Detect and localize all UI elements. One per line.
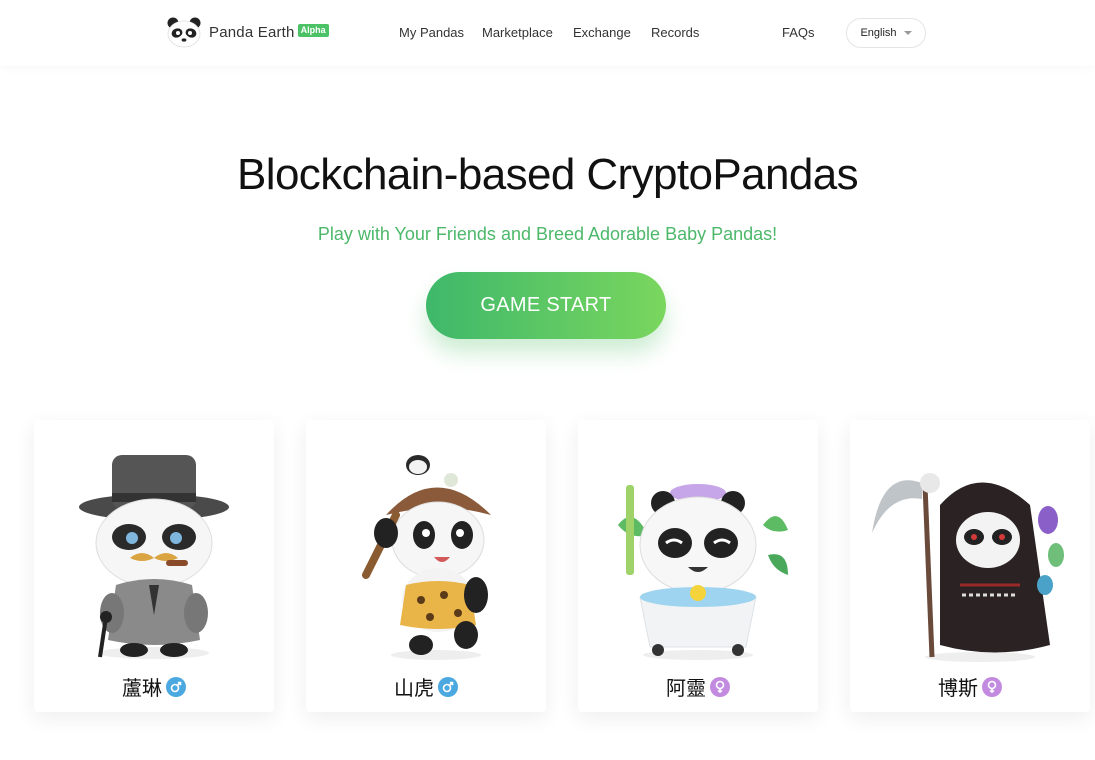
nav-my-pandas[interactable]: My Pandas: [399, 25, 464, 40]
reaper-panda-image: [872, 473, 1064, 662]
brand-name: Panda Earth: [209, 23, 295, 41]
panda-card[interactable]: 蘆琳: [34, 420, 274, 712]
female-icon: [710, 676, 730, 697]
panda-card[interactable]: 博斯: [850, 420, 1090, 712]
panda-name: 蘆琳: [122, 676, 162, 700]
bath-panda-image: [618, 484, 788, 660]
panda-card[interactable]: 阿靈: [578, 420, 818, 712]
language-selector[interactable]: English: [846, 18, 926, 48]
alpha-badge: Alpha: [297, 23, 329, 37]
nav-exchange[interactable]: Exchange: [573, 25, 631, 40]
panda-name-row: 阿靈: [578, 672, 818, 701]
panda-name-row: 博斯: [850, 672, 1090, 701]
brand-logo[interactable]: Panda Earth Alpha: [166, 16, 329, 48]
game-start-button[interactable]: GAME START: [426, 272, 666, 339]
hero-title: Blockchain-based CryptoPandas: [237, 150, 859, 199]
male-icon: [166, 676, 186, 697]
panda-name: 山虎: [394, 676, 434, 700]
panda-name-row: 蘆琳: [34, 672, 274, 701]
panda-name: 阿靈: [666, 676, 706, 700]
language-label: English: [860, 27, 897, 39]
chevron-down-icon: [903, 31, 912, 35]
nav-records[interactable]: Records: [651, 25, 699, 40]
top-navigation-bar: Panda Earth Alpha My Pandas Marketplace …: [0, 0, 1095, 66]
panda-card[interactable]: 山虎: [306, 420, 546, 712]
panda-name-row: 山虎: [306, 672, 546, 701]
hero-subtitle: Play with Your Friends and Breed Adorabl…: [317, 224, 778, 244]
gentleman-panda-image: [79, 455, 229, 659]
caveman-panda-image: [362, 455, 491, 660]
panda-name: 博斯: [938, 676, 978, 700]
male-icon: [438, 676, 458, 697]
female-icon: [982, 676, 1002, 697]
nav-marketplace[interactable]: Marketplace: [482, 25, 553, 40]
panda-logo-icon: [167, 17, 201, 48]
nav-faqs[interactable]: FAQs: [782, 25, 815, 40]
